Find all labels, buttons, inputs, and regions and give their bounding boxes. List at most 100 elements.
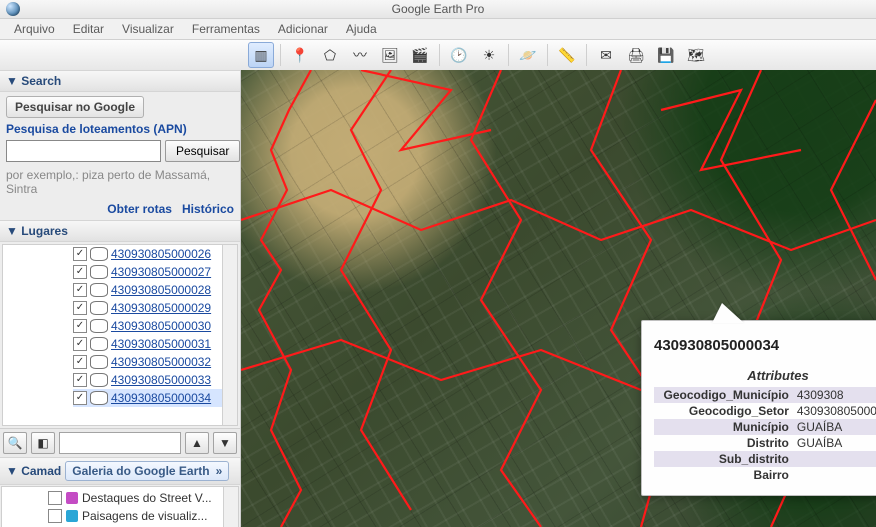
earth-gallery-label: Galeria do Google Earth (72, 464, 209, 478)
attribute-row: Geocodigo_Município4309308 (654, 387, 876, 403)
checkbox-icon[interactable]: ✓ (73, 391, 87, 405)
menu-help[interactable]: Ajuda (338, 20, 385, 38)
polygon-feature-icon (90, 373, 108, 387)
historical-imagery-icon[interactable]: 🕑 (446, 42, 472, 68)
search-panel-header[interactable]: ▼ Search (0, 70, 240, 92)
polygon-feature-icon (90, 391, 108, 405)
attribute-value (793, 467, 876, 483)
toolbar-separator (280, 44, 281, 66)
places-item[interactable]: ✓ 430930805000026 (73, 245, 237, 263)
print-icon[interactable]: 🖨 (623, 42, 649, 68)
search-button[interactable]: Pesquisar (165, 140, 240, 162)
panel-toggle-button[interactable]: ◧ (31, 432, 55, 454)
checkbox-icon[interactable]: ✓ (73, 247, 87, 261)
search-example: por exemplo,: piza perto de Massamá, Sin… (6, 168, 234, 196)
places-scrollbar[interactable] (222, 245, 237, 425)
toolbar-separator (547, 44, 548, 66)
places-item[interactable]: ✓ 430930805000028 (73, 281, 237, 299)
checkbox-icon[interactable] (48, 509, 62, 523)
places-item[interactable]: ✓ 430930805000027 (73, 263, 237, 281)
places-item-label[interactable]: 430930805000027 (111, 265, 211, 279)
attribute-row: MunicípioGUAÍBA (654, 419, 876, 435)
checkbox-icon[interactable]: ✓ (73, 337, 87, 351)
layers-scrollbar[interactable] (223, 487, 238, 527)
planets-icon[interactable]: 🪐 (515, 42, 541, 68)
search-input[interactable] (6, 140, 161, 162)
places-item-label[interactable]: 430930805000026 (111, 247, 211, 261)
sidebar-toggle-icon[interactable]: ▥ (248, 42, 274, 68)
attribute-row: Geocodigo_Setor430930805000034 (654, 403, 876, 419)
layer-item[interactable]: Destaques do Street V... (2, 489, 238, 507)
checkbox-icon[interactable]: ✓ (73, 265, 87, 279)
menu-bar: Arquivo Editar Visualizar Ferramentas Ad… (0, 19, 876, 40)
menu-edit[interactable]: Editar (65, 20, 112, 38)
polygon-icon[interactable]: ⬠ (317, 42, 343, 68)
places-item[interactable]: ✓ 430930805000032 (73, 353, 237, 371)
checkbox-icon[interactable]: ✓ (73, 319, 87, 333)
toolbar-separator (586, 44, 587, 66)
feature-info-balloon: ✕ 430930805000034 Attributes Geocodigo_M… (641, 320, 876, 496)
feature-title: 430930805000034 (654, 337, 876, 354)
attribute-value: GUAÍBA (793, 419, 876, 435)
attribute-key: Bairro (654, 467, 793, 483)
checkbox-icon[interactable] (48, 491, 62, 505)
menu-add[interactable]: Adicionar (270, 20, 336, 38)
image-overlay-icon[interactable]: 🖼 (377, 42, 403, 68)
places-item[interactable]: ✓ 430930805000029 (73, 299, 237, 317)
apn-search-label: Pesquisa de loteamentos (APN) (6, 122, 234, 136)
move-down-button[interactable]: ▼ (213, 432, 237, 454)
menu-file[interactable]: Arquivo (6, 20, 63, 38)
places-item[interactable]: ✓ 430930805000033 (73, 371, 237, 389)
layers-tree[interactable]: Destaques do Street V...Paisagens de vis… (1, 486, 239, 527)
attributes-heading: Attributes (654, 368, 876, 383)
find-button[interactable]: 🔍 (3, 432, 27, 454)
places-tree[interactable]: ✓ 430930805000026 ✓ 430930805000027 ✓ 4309308… (2, 244, 238, 426)
places-filter-select[interactable] (59, 432, 181, 454)
move-up-button[interactable]: ▲ (185, 432, 209, 454)
places-item-label[interactable]: 430930805000033 (111, 373, 211, 387)
places-item-label[interactable]: 430930805000028 (111, 283, 211, 297)
get-directions-link[interactable]: Obter rotas (107, 202, 172, 216)
email-icon[interactable]: ✉ (593, 42, 619, 68)
places-footer: 🔍 ◧ ▲ ▼ (0, 428, 240, 457)
toolbar-separator (439, 44, 440, 66)
search-panel-body: Pesquisar no Google Pesquisa de loteamen… (0, 92, 240, 220)
layers-panel-header[interactable]: ▼ Camad Galeria do Google Earth » (0, 457, 240, 485)
chevron-right-icon: » (216, 464, 223, 478)
places-item-label[interactable]: 430930805000034 (111, 391, 211, 405)
attribute-key: Município (654, 419, 793, 435)
search-panel-title: Search (21, 74, 61, 88)
checkbox-icon[interactable]: ✓ (73, 355, 87, 369)
path-icon[interactable]: 〰 (347, 42, 373, 68)
places-item-label[interactable]: 430930805000029 (111, 301, 211, 315)
checkbox-icon[interactable]: ✓ (73, 373, 87, 387)
places-item-label[interactable]: 430930805000030 (111, 319, 211, 333)
save-image-icon[interactable]: 💾 (653, 42, 679, 68)
menu-tools[interactable]: Ferramentas (184, 20, 268, 38)
attribute-key: Sub_distrito (654, 451, 793, 467)
places-item[interactable]: ✓ 430930805000031 (73, 335, 237, 353)
places-item[interactable]: ✓ 430930805000030 (73, 317, 237, 335)
attribute-value (793, 451, 876, 467)
sunlight-icon[interactable]: ☀ (476, 42, 502, 68)
places-panel-header[interactable]: ▼ Lugares (0, 220, 240, 242)
placemark-icon[interactable]: 📍 (287, 42, 313, 68)
record-tour-icon[interactable]: 🎬 (407, 42, 433, 68)
attribute-row: DistritoGUAÍBA (654, 435, 876, 451)
view-in-maps-icon[interactable]: 🗺 (683, 42, 709, 68)
menu-view[interactable]: Visualizar (114, 20, 182, 38)
layer-item[interactable]: Paisagens de visualiz... (2, 507, 238, 525)
places-item-label[interactable]: 430930805000031 (111, 337, 211, 351)
layers-panel-title: Camad (21, 464, 61, 478)
checkbox-icon[interactable]: ✓ (73, 283, 87, 297)
places-item-label[interactable]: 430930805000032 (111, 355, 211, 369)
attribute-value: GUAÍBA (793, 435, 876, 451)
places-item[interactable]: ✓ 430930805000034 (73, 389, 237, 407)
ruler-icon[interactable]: 📏 (554, 42, 580, 68)
map-viewport[interactable]: ✕ 430930805000034 Attributes Geocodigo_M… (241, 70, 876, 527)
checkbox-icon[interactable]: ✓ (73, 301, 87, 315)
toolbar-separator (508, 44, 509, 66)
history-link[interactable]: Histórico (182, 202, 234, 216)
earth-gallery-button[interactable]: Galeria do Google Earth » (65, 461, 229, 481)
google-search-tab[interactable]: Pesquisar no Google (6, 96, 144, 118)
